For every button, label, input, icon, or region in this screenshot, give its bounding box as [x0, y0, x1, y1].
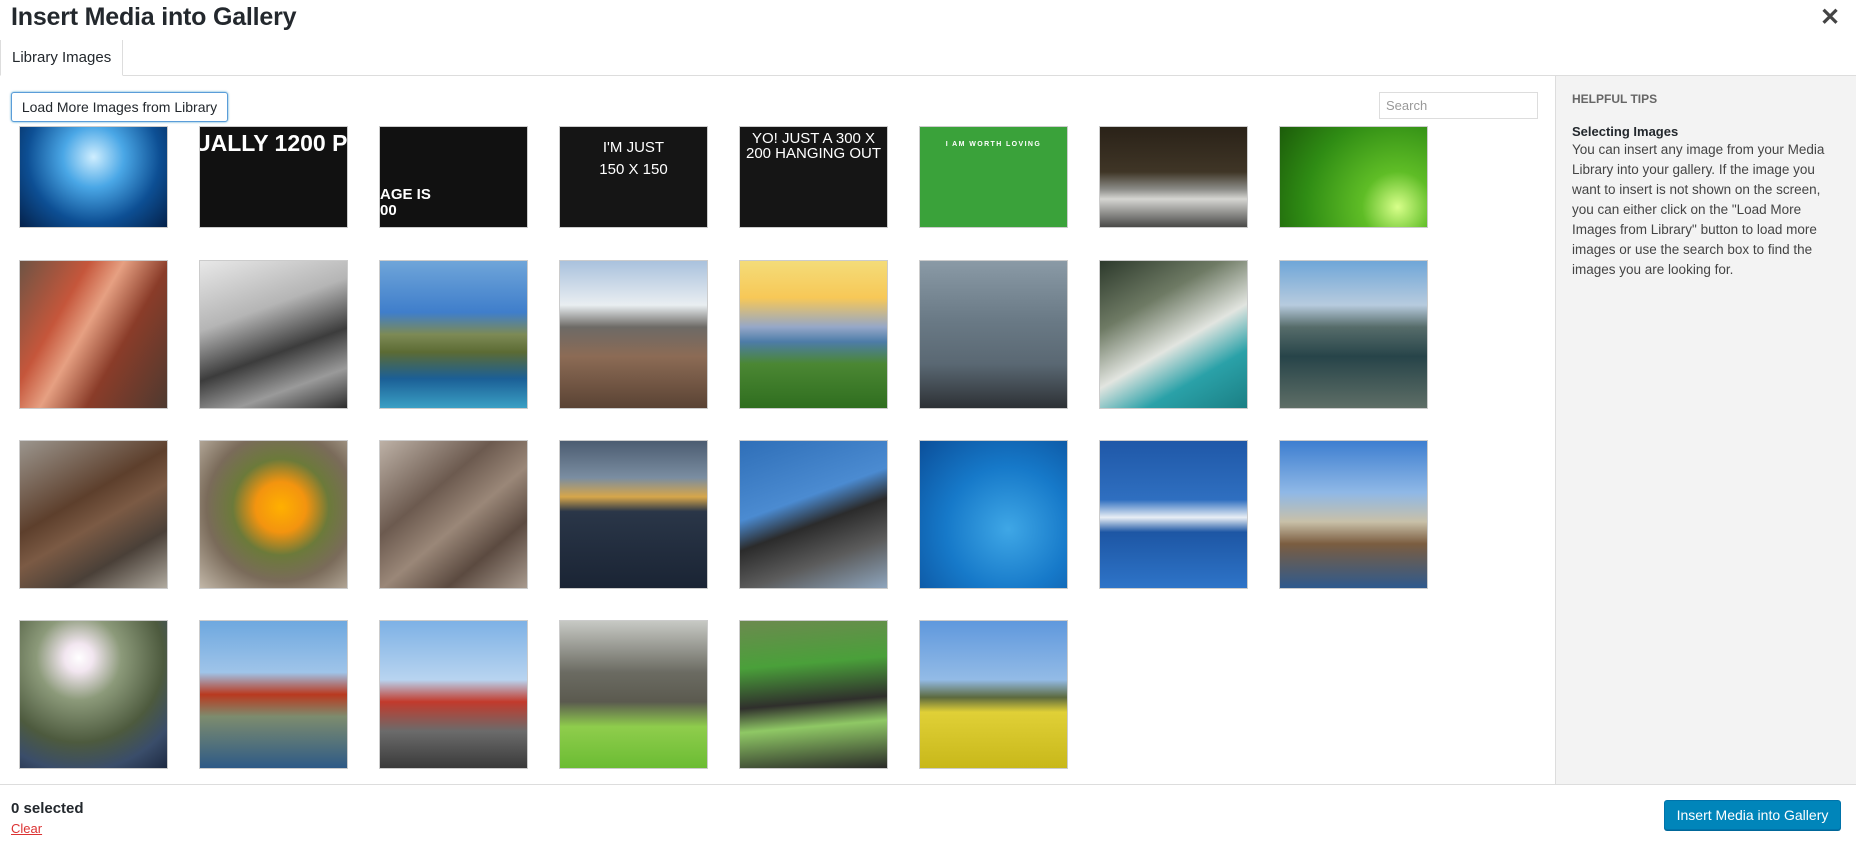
gallery-image-text-1200[interactable]: UALLY 1200 P DE IMAGES AL	[199, 126, 348, 228]
gallery-image-green-leaf[interactable]	[1279, 126, 1428, 228]
load-more-button[interactable]: Load More Images from Library	[11, 92, 228, 122]
gallery-image-wagon-wheels[interactable]	[379, 440, 528, 589]
gallery-image-rain-water[interactable]	[919, 440, 1068, 589]
gallery-image-orange-lily[interactable]	[199, 440, 348, 589]
helpful-tips-sidebar: HELPFUL TIPS Selecting Images You can in…	[1555, 76, 1856, 784]
gallery-image-red-tower-pier[interactable]	[379, 620, 528, 769]
gallery-image-moon-unicorn[interactable]	[19, 126, 168, 228]
gallery-image-bw-log[interactable]	[199, 260, 348, 409]
page-title: Insert Media into Gallery	[11, 3, 297, 31]
gallery-image-sea-rocks[interactable]	[379, 260, 528, 409]
gallery-image-calm-water[interactable]	[1279, 260, 1428, 409]
gallery-image-text-300[interactable]: YO! JUST A 300 X 200 HANGING OUT	[739, 126, 888, 228]
tab-bar: Library Images	[0, 40, 1856, 76]
gallery-image-marina[interactable]	[1099, 440, 1248, 589]
gallery-image-desert-coast[interactable]	[559, 260, 708, 409]
tab-library-images[interactable]: Library Images	[0, 40, 124, 76]
gallery-image-green-grove[interactable]	[559, 620, 708, 769]
tips-heading: HELPFUL TIPS	[1572, 92, 1658, 106]
insert-media-modal: Insert Media into Gallery ✕ Library Imag…	[0, 0, 1856, 844]
image-library: Load More Images from Library UALLY 1200…	[0, 76, 1555, 784]
gallery-image-sunset-coast[interactable]	[739, 260, 888, 409]
gallery-image-night-street[interactable]	[1099, 126, 1248, 228]
gallery-image-harbour-bridge[interactable]	[739, 440, 888, 589]
image-caption: I AM WORTH LOVING	[945, 141, 1042, 148]
gallery-image-dark-sea-dusk[interactable]	[559, 440, 708, 589]
clear-selection-link[interactable]: Clear	[11, 821, 42, 836]
gallery-image-rail-track[interactable]	[19, 440, 168, 589]
gallery-image-worth-loving[interactable]: I AM WORTH LOVING	[919, 126, 1068, 228]
gallery-image-yellow-field[interactable]	[919, 620, 1068, 769]
image-caption: I'M JUST 150 X 150	[599, 139, 668, 178]
search-input[interactable]	[1379, 92, 1538, 119]
tips-text: You can insert any image from your Media…	[1572, 142, 1825, 277]
footer-bar: 0 selected Clear Insert Media into Galle…	[0, 784, 1856, 844]
gallery-image-foggy-windmill[interactable]	[919, 260, 1068, 409]
image-caption: UALLY 1200 P DE IMAGES AL	[199, 130, 348, 156]
close-icon[interactable]: ✕	[1818, 5, 1842, 31]
gallery-image-sun-forest[interactable]	[19, 620, 168, 769]
image-caption: YO! JUST A 300 X 200 HANGING OUT	[745, 130, 882, 162]
tips-subheading: Selecting Images	[1572, 124, 1679, 139]
gallery-image-beach-cove[interactable]	[1099, 260, 1248, 409]
insert-media-button[interactable]: Insert Media into Gallery	[1664, 800, 1841, 830]
gallery-image-text-150[interactable]: I'M JUST 150 X 150	[559, 126, 708, 228]
gallery-image-wooden-pier[interactable]	[1279, 440, 1428, 589]
gallery-image-golden-gate[interactable]	[199, 620, 348, 769]
image-caption: AGE IS 00	[380, 186, 431, 219]
title-bar: Insert Media into Gallery ✕	[0, 0, 1856, 40]
gallery-image-text-image-is[interactable]: AGE IS 00	[379, 126, 528, 228]
gallery-image-rusty-bark[interactable]	[19, 260, 168, 409]
selection-count: 0 selected	[11, 800, 84, 817]
gallery-image-crop-rows[interactable]	[739, 620, 888, 769]
